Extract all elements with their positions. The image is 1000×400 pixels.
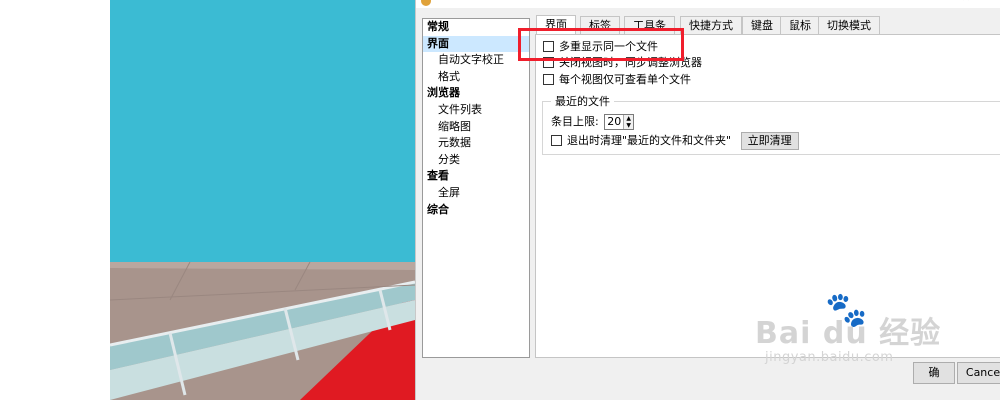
nav-item-format[interactable]: 格式: [423, 69, 529, 86]
limit-spinbox[interactable]: 20 ▲ ▼: [604, 114, 635, 130]
single-file-checkbox[interactable]: [543, 73, 554, 85]
sync-view-option[interactable]: 关闭视图时，同步调整浏览器: [543, 56, 702, 70]
cancel-button[interactable]: Cance: [957, 362, 1000, 384]
sync-view-checkbox[interactable]: [543, 56, 554, 68]
page-background: [0, 0, 110, 400]
ok-button[interactable]: 确: [913, 362, 955, 384]
app-icon: [421, 0, 431, 6]
close-icon[interactable]: ✕: [961, 0, 971, 4]
recent-files-group: 最近的文件 条目上限: 20 ▲ ▼ 退出时清理"最近的文件和文件夹" 立即清理: [542, 93, 1000, 155]
nav-item-metadata[interactable]: 元数据: [423, 135, 529, 152]
nav-item-fullscreen[interactable]: 全屏: [423, 185, 529, 202]
clear-on-exit-option[interactable]: 退出时清理"最近的文件和文件夹" 立即清理: [551, 132, 799, 150]
limit-label: 条目上限:: [551, 115, 599, 128]
settings-nav-tree: 常规 界面 自动文字校正 格式 浏览器 文件列表 缩略图 元数据 分类 查看 全…: [422, 18, 530, 358]
tab-mouse[interactable]: 鼠标: [780, 16, 820, 34]
nav-item-browser[interactable]: 浏览器: [423, 85, 529, 102]
tab-toolbar[interactable]: 工具条: [624, 16, 675, 34]
sync-view-label: 关闭视图时，同步调整浏览器: [559, 56, 702, 69]
interface-tab-panel: 多重显示同一个文件 关闭视图时，同步调整浏览器 每个视图仅可查看单个文件 最近的…: [535, 34, 1000, 358]
single-file-option[interactable]: 每个视图仅可查看单个文件: [543, 73, 691, 87]
nav-item-thumbnails[interactable]: 缩略图: [423, 119, 529, 136]
nav-item-misc[interactable]: 综合: [423, 202, 529, 219]
tab-keyboard[interactable]: 键盘: [742, 16, 782, 34]
limit-value[interactable]: 20: [607, 115, 621, 129]
tab-interface[interactable]: 界面: [536, 15, 576, 35]
multi-display-label: 多重显示同一个文件: [559, 40, 658, 53]
tab-shortcuts[interactable]: 快捷方式: [680, 16, 742, 34]
clear-on-exit-label: 退出时清理"最近的文件和文件夹": [567, 134, 732, 147]
spin-arrows-icon[interactable]: ▲ ▼: [623, 115, 634, 129]
multi-display-checkbox[interactable]: [543, 40, 554, 52]
nav-item-general[interactable]: 常规: [423, 19, 529, 36]
tab-labels[interactable]: 标签: [580, 16, 620, 34]
dialog-titlebar: ✕: [416, 0, 1000, 8]
clear-now-button[interactable]: 立即清理: [740, 132, 799, 150]
tab-switch-mode[interactable]: 切换模式: [818, 16, 880, 34]
nav-item-interface[interactable]: 界面: [423, 35, 529, 53]
nav-item-file-list[interactable]: 文件列表: [423, 102, 529, 119]
nav-item-categories[interactable]: 分类: [423, 152, 529, 169]
background-photo: [110, 0, 415, 400]
multi-display-option[interactable]: 多重显示同一个文件: [543, 40, 658, 54]
nav-item-autocorrect[interactable]: 自动文字校正: [423, 52, 529, 69]
photo-graphic: [110, 0, 415, 400]
clear-on-exit-checkbox[interactable]: [551, 134, 562, 146]
single-file-label: 每个视图仅可查看单个文件: [559, 73, 691, 86]
limit-row: 条目上限: 20 ▲ ▼: [551, 114, 635, 130]
settings-dialog: ✕ 常规 界面 自动文字校正 格式 浏览器 文件列表 缩略图 元数据 分类 查看…: [415, 0, 1000, 400]
recent-files-title: 最近的文件: [551, 93, 614, 109]
nav-item-view[interactable]: 查看: [423, 168, 529, 185]
